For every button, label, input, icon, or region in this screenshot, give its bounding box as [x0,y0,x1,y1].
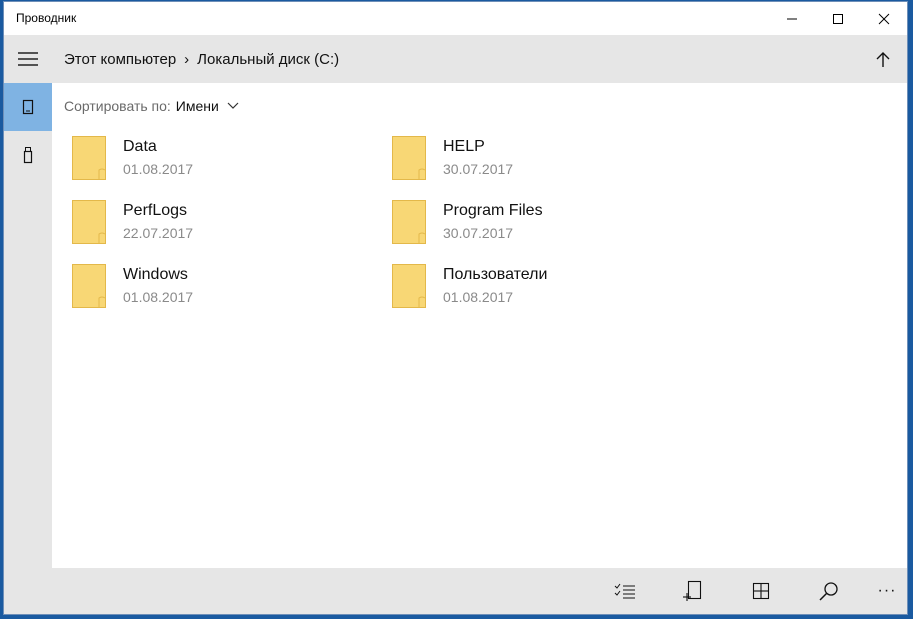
minimize-button[interactable] [769,2,815,35]
select-button[interactable] [602,568,648,614]
folder-name: Program Files [443,202,543,219]
folder-icon [392,264,426,308]
folder-name: Data [123,138,157,155]
folder-name: HELP [443,138,485,155]
view-button[interactable] [738,568,784,614]
maximize-icon [833,13,843,24]
folder-item[interactable]: Пользователи 01.08.2017 [384,262,684,318]
folder-date: 01.08.2017 [123,161,194,177]
close-button[interactable] [861,2,907,35]
address-bar: Этот компьютер › Локальный диск (C:) [52,35,907,83]
breadcrumb-separator: › [184,50,190,68]
usb-drive-icon [23,147,33,164]
new-window-button[interactable] [670,568,716,614]
folder-date: 01.08.2017 [123,289,194,305]
folder-date: 01.08.2017 [443,289,514,305]
breadcrumb-item-local-disk[interactable]: Локальный диск (C:) [197,51,339,68]
folder-item[interactable]: Program Files 30.07.2017 [384,198,684,254]
folder-date: 22.07.2017 [123,225,194,241]
maximize-button[interactable] [815,2,861,35]
folder-date: 30.07.2017 [443,161,514,177]
view-tiles-icon [752,582,770,600]
folder-icon [72,264,106,308]
folder-item[interactable]: PerfLogs 22.07.2017 [64,198,364,254]
folder-item[interactable]: HELP 30.07.2017 [384,134,684,190]
folder-date: 30.07.2017 [443,225,514,241]
folder-name: Пользователи [443,266,548,283]
folder-icon [392,136,426,180]
device-icon [22,99,34,115]
new-window-icon [683,580,702,601]
folder-item[interactable]: Windows 01.08.2017 [64,262,364,318]
window-title: Проводник [16,11,77,25]
search-button[interactable] [806,568,852,614]
hamburger-icon [18,52,38,66]
select-icon [614,583,635,599]
command-bar: ··· [52,568,907,614]
chevron-down-icon [227,102,239,109]
folder-icon [72,136,106,180]
arrow-up-icon [876,52,890,67]
sidebar-item-usb-drive[interactable] [4,131,52,179]
up-button[interactable] [869,45,897,73]
sort-label: Сортировать по: [64,98,171,114]
menu-button[interactable] [4,35,52,83]
breadcrumb: Этот компьютер › Локальный диск (C:) [64,35,339,83]
folder-item[interactable]: Data 01.08.2017 [64,134,364,190]
breadcrumb-item-this-pc[interactable]: Этот компьютер [64,51,176,68]
sidebar-item-this-device[interactable] [4,83,52,131]
folder-name: Windows [123,266,188,283]
sort-value: Имени [175,98,219,114]
more-button[interactable]: ··· [864,568,910,614]
folder-icon [392,200,426,244]
close-icon [878,13,890,24]
search-icon [819,582,838,601]
file-explorer-window: Проводник Этот компьютер › Локальный дис… [3,1,908,615]
sidebar [4,35,52,614]
minimize-icon [787,18,797,19]
title-bar: Проводник [4,2,907,35]
folder-icon [72,200,106,244]
more-icon: ··· [877,582,897,599]
folder-name: PerfLogs [123,202,188,219]
sort-dropdown[interactable]: Сортировать по: Имени [64,95,239,117]
